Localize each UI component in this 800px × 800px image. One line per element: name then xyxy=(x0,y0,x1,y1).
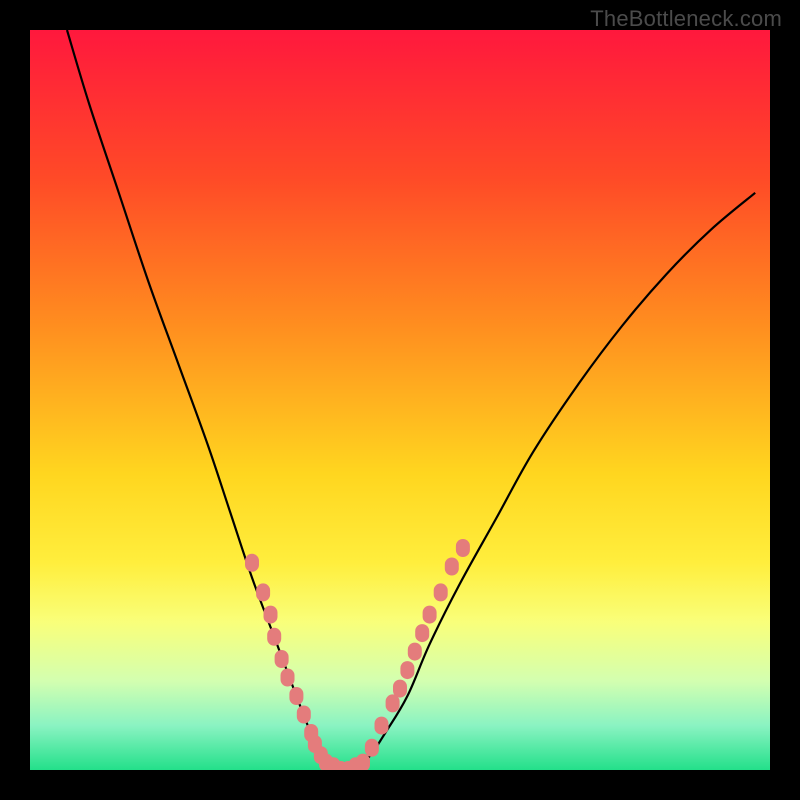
curve-marker xyxy=(456,539,470,557)
curve-marker xyxy=(445,558,459,576)
curve-marker xyxy=(256,583,270,601)
curve-marker xyxy=(415,624,429,642)
curve-marker xyxy=(281,669,295,687)
curve-marker xyxy=(375,717,389,735)
curve-marker xyxy=(267,628,281,646)
curve-marker xyxy=(423,606,437,624)
curve-marker xyxy=(289,687,303,705)
curve-marker xyxy=(297,706,311,724)
plot-svg xyxy=(30,30,770,770)
curve-marker xyxy=(400,661,414,679)
watermark-text: TheBottleneck.com xyxy=(590,6,782,32)
curve-marker xyxy=(245,554,259,572)
plot-area xyxy=(30,30,770,770)
curve-marker xyxy=(275,650,289,668)
curve-marker xyxy=(393,680,407,698)
curve-marker xyxy=(264,606,278,624)
curve-marker xyxy=(434,583,448,601)
gradient-background xyxy=(30,30,770,770)
chart-container: TheBottleneck.com xyxy=(0,0,800,800)
curve-marker xyxy=(365,739,379,757)
curve-marker xyxy=(408,643,422,661)
